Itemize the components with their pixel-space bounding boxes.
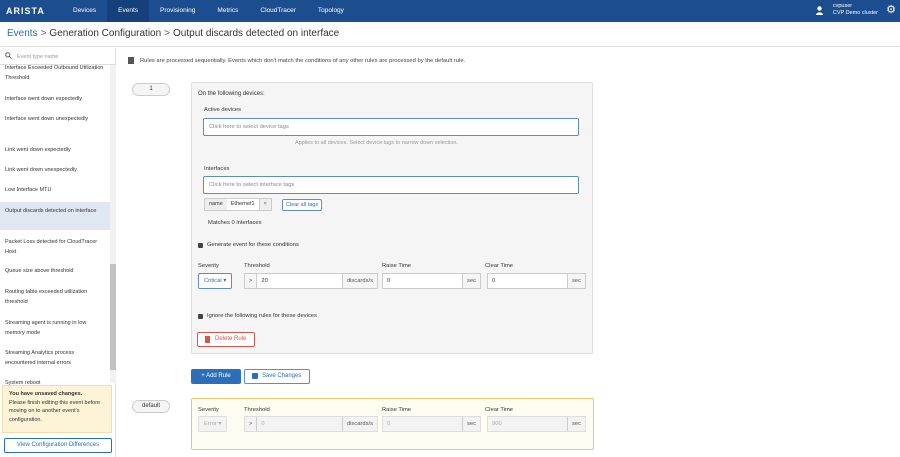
user-menu[interactable]: cvpuser CVP Demo cluster — [815, 3, 878, 17]
sidebar-scrollbar-thumb[interactable] — [110, 264, 116, 370]
device-tags-input[interactable]: Click here to select device tags — [203, 118, 579, 136]
raise-time-input[interactable]: 0 — [383, 274, 462, 288]
tab-cloudtracer[interactable]: CloudTracer — [249, 0, 307, 22]
clear-time-input[interactable]: 0 — [488, 274, 567, 288]
active-devices-label: Active devices — [204, 107, 242, 113]
sidebar-item[interactable]: Packet Loss detected for CloudTracer Hos… — [0, 237, 110, 257]
threshold-input[interactable]: 20 — [257, 274, 342, 288]
delete-rule-button[interactable]: Delete Rule — [197, 332, 255, 347]
matches-count: Matches 0 interfaces — [208, 220, 262, 226]
default-clear-input: 900 — [492, 421, 502, 427]
default-clear-field: 900 sec — [487, 416, 586, 432]
default-raise-field: 0 sec — [382, 416, 481, 432]
search-input[interactable]: Event type name — [17, 54, 58, 60]
page-title: Output discards detected on interface — [173, 28, 340, 39]
default-threshold-unit: discards/s — [341, 417, 377, 431]
add-rule-button[interactable]: + Add Rule — [191, 369, 241, 384]
raise-time-field[interactable]: 0 sec — [382, 273, 481, 289]
default-raise-input: 0 — [387, 421, 391, 427]
sidebar-item[interactable]: Low Interface MTU — [0, 185, 110, 195]
warning-title: You have unsaved changes. — [9, 391, 83, 397]
ignore-rules-checkbox[interactable] — [198, 314, 203, 319]
sidebar-item[interactable]: Streaming Analytics process encountered … — [0, 348, 110, 368]
cluster-name: CVP Demo cluster — [832, 10, 878, 16]
remove-tag-icon[interactable]: × — [258, 199, 271, 210]
warning-text: Please finish editing this event before … — [9, 399, 101, 423]
user-name: cvpuser — [832, 3, 853, 9]
info-text: Rules are processed sequentially. Events… — [128, 57, 465, 64]
sidebar-item[interactable]: Queue size above threshold — [0, 266, 110, 276]
severity-dropdown[interactable]: Critical ▾ — [198, 273, 233, 289]
tab-provisioning[interactable]: Provisioning — [149, 0, 206, 22]
tab-devices[interactable]: Devices — [62, 0, 107, 22]
default-threshold-field: > 0 discards/s — [244, 416, 378, 432]
interfaces-label: Interfaces — [204, 166, 230, 172]
breadcrumb-generation-config: Generation Configuration — [49, 28, 162, 39]
save-changes-button[interactable]: Save Changes — [244, 369, 310, 384]
clear-time-label: Clear Time — [485, 263, 514, 269]
threshold-label: Threshold — [244, 263, 270, 269]
default-severity-dropdown: Error ▾ — [198, 416, 228, 432]
default-threshold-input: 0 — [261, 421, 265, 427]
tag-value: Ethernet1 — [226, 199, 259, 210]
sidebar-item[interactable]: Interface went down unexpectedly — [0, 114, 110, 124]
severity-label: Severity — [198, 263, 219, 269]
rule-number-badge: 1 — [132, 83, 170, 96]
info-message: Rules are processed sequentially. Events… — [140, 57, 466, 64]
sidebar-item[interactable]: Interface Exceeded Outbound Utilization … — [0, 63, 110, 83]
threshold-field[interactable]: > 20 discards/s — [244, 273, 378, 289]
delete-rule-label: Delete Rule — [215, 336, 247, 342]
default-raise-label: Raise Time — [382, 407, 411, 413]
sidebar-item[interactable]: Routing table exceeded utilization thres… — [0, 287, 110, 307]
devices-hint: Applies to all devices. Select device ta… — [295, 140, 458, 146]
view-differences-button[interactable]: View Configuration Differences — [4, 438, 112, 453]
tab-metrics[interactable]: Metrics — [206, 0, 249, 22]
arista-logo[interactable]: ARISTA — [0, 6, 62, 16]
clear-time-unit: sec — [566, 274, 585, 288]
breadcrumb-separator: > — [164, 28, 171, 39]
sidebar-item-active[interactable]: Output discards detected on interface — [0, 202, 110, 230]
trash-icon — [205, 336, 210, 343]
breadcrumb: Events > Generation Configuration > Output d… — [0, 22, 900, 47]
generate-checkbox[interactable] — [198, 243, 203, 248]
on-devices-label: On the following devices: — [198, 91, 265, 97]
default-clear-unit: sec — [566, 417, 585, 431]
clear-all-tags-button[interactable]: Clear all tags — [282, 199, 323, 211]
interface-tags-input[interactable]: Click here to select interface tags — [203, 176, 579, 194]
sidebar-item[interactable]: Link went down expectedly — [0, 145, 110, 155]
sidebar-item[interactable]: Link went down unexpectedly — [0, 165, 110, 175]
default-clear-label: Clear Time — [485, 407, 514, 413]
interface-tag: name Ethernet1 × — [204, 198, 272, 211]
breadcrumb-events[interactable]: Events — [7, 28, 38, 39]
save-icon — [252, 373, 258, 379]
ignore-rules-label: Ignore the following rules for these dev… — [207, 313, 317, 319]
severity-value: Critical — [204, 278, 222, 284]
gear-icon[interactable]: ⚙ — [885, 4, 897, 16]
default-rule-badge: default — [132, 400, 170, 413]
top-navbar: ARISTA Devices Events Provisioning Metri… — [0, 0, 900, 22]
sidebar-item[interactable]: Interface went down expectedly — [0, 94, 110, 104]
default-severity-label: Severity — [198, 407, 219, 413]
tab-events[interactable]: Events — [107, 0, 149, 22]
breadcrumb-separator: > — [40, 28, 47, 39]
unsaved-warning: You have unsaved changes. Please finish … — [2, 385, 112, 433]
default-gt-addon: > — [245, 417, 258, 431]
user-icon — [815, 5, 823, 15]
threshold-unit: discards/s — [341, 274, 377, 288]
default-raise-unit: sec — [461, 417, 480, 431]
raise-time-label: Raise Time — [382, 263, 411, 269]
clear-time-field[interactable]: 0 sec — [487, 273, 586, 289]
document-icon — [128, 57, 134, 64]
tab-topology[interactable]: Topology — [307, 0, 355, 22]
gt-addon: > — [245, 274, 258, 288]
raise-time-unit: sec — [461, 274, 480, 288]
tag-key: name — [209, 201, 223, 207]
search-icon — [5, 52, 12, 61]
sidebar-item[interactable]: Streaming agent is running in low memory… — [0, 318, 110, 338]
generate-label: Generate event for these conditions — [207, 242, 299, 248]
save-changes-label: Save Changes — [262, 373, 302, 379]
default-threshold-label: Threshold — [244, 407, 270, 413]
default-severity-value: Error — [204, 421, 217, 427]
